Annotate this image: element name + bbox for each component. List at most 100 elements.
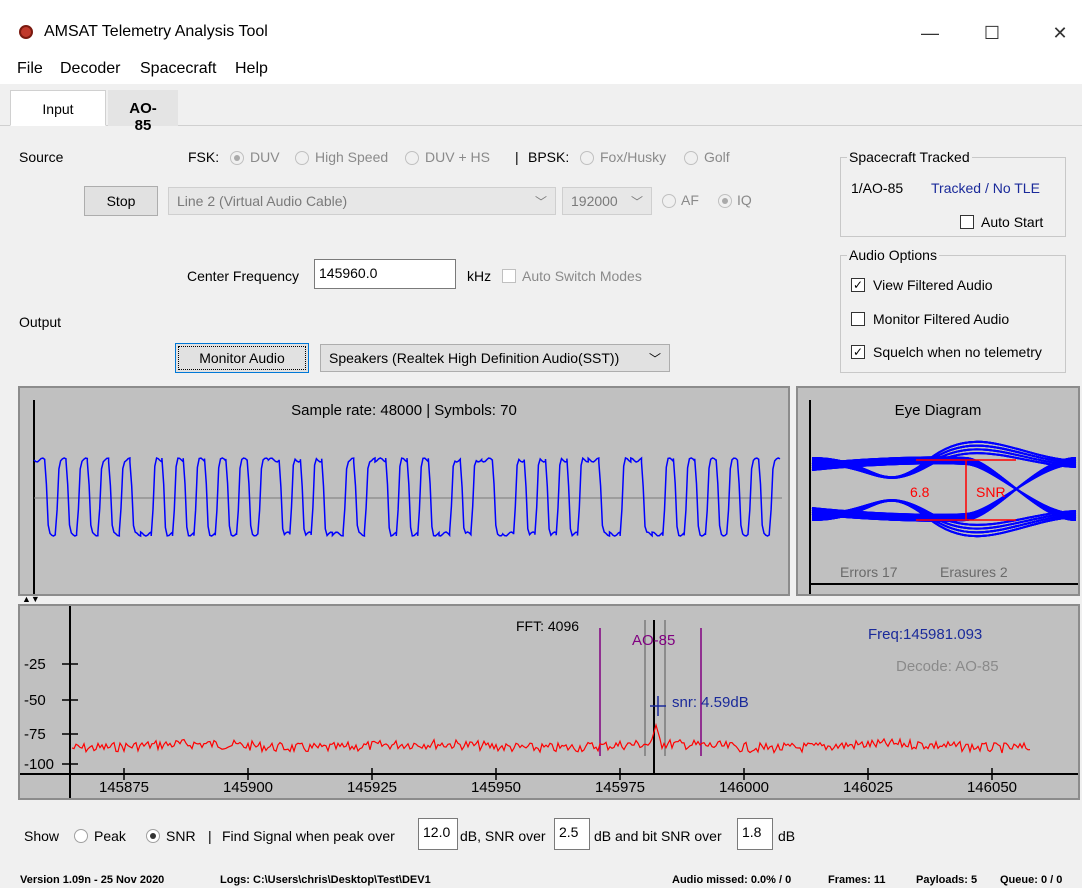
radio-iq[interactable] [718, 194, 732, 208]
minimize-button[interactable]: — [910, 18, 950, 48]
find-signal-text1: Find Signal when peak over [222, 828, 395, 844]
spacecraft-tracked-group: Spacecraft Tracked 1/AO-85 Tracked / No … [840, 149, 1066, 237]
menu-help[interactable]: Help [235, 60, 268, 78]
monitor-filtered-audio-label: Monitor Filtered Audio [873, 311, 1010, 327]
radio-iq-label: IQ [737, 192, 752, 208]
eye-trace [811, 463, 1077, 516]
spacecraft-name: 1/AO-85 [851, 180, 904, 196]
eye-trace [811, 462, 1077, 515]
tab-bar: Input AO-85 [0, 86, 1082, 134]
device-select-value: Line 2 (Virtual Audio Cable) [177, 193, 348, 209]
eye-diagram-panel: Eye Diagram 6.8 SNR Errors 17 Erasures 2 [796, 386, 1080, 596]
menu-file[interactable]: File [17, 60, 43, 78]
fft-x-tick-label: 146000 [719, 779, 769, 796]
waveform-trace [33, 456, 781, 538]
output-label: Output [19, 314, 62, 330]
fft-header: FFT: 4096 [516, 618, 580, 634]
status-queue: Queue: 0 / 0 [1000, 874, 1063, 886]
status-bar: Version 1.09n - 25 Nov 2020 Logs: C:\Use… [0, 868, 1082, 888]
audio-options-group: Audio Options ✓ View Filtered Audio Moni… [840, 247, 1066, 373]
monitor-filtered-audio-checkbox[interactable] [851, 312, 865, 326]
radio-snr[interactable] [146, 829, 160, 843]
peak-threshold-input[interactable]: 12.0 [418, 818, 458, 850]
fft-frequency: Freq:145981.093 [868, 626, 983, 643]
status-frames: Frames: 11 [828, 874, 886, 886]
radio-duv-hs[interactable] [405, 151, 419, 165]
status-logs: Logs: C:\Users\chris\Desktop\Test\DEV1 [220, 874, 431, 886]
fft-snr: snr: 4.59dB [672, 694, 749, 711]
radio-fox-husky[interactable] [580, 151, 594, 165]
rate-select[interactable]: 192000 ﹀ [562, 187, 652, 215]
radio-snr-label: SNR [166, 828, 196, 844]
eye-trace [811, 462, 1077, 515]
fft-y-tick-label: -50 [24, 692, 46, 709]
find-signal-text2: dB, SNR over [460, 828, 546, 844]
squelch-checkbox[interactable]: ✓ [851, 345, 865, 359]
eye-trace [811, 463, 1077, 516]
source-label: Source [19, 149, 64, 165]
monitor-audio-button[interactable]: Monitor Audio [175, 343, 309, 373]
radio-golf[interactable] [684, 151, 698, 165]
chevron-down-icon: ﹀ [534, 195, 547, 209]
speaker-select[interactable]: Speakers (Realtek High Definition Audio(… [320, 344, 670, 372]
fft-trace [71, 722, 1031, 755]
close-button[interactable]: ✕ [1040, 18, 1080, 48]
radio-duv[interactable] [230, 151, 244, 165]
splitter-arrows-icon[interactable]: ▲▼ [22, 594, 40, 604]
eye-erasures: Erasures 2 [940, 564, 1008, 580]
spacecraft-status: Tracked / No TLE [931, 180, 1040, 196]
radio-high-speed[interactable] [295, 151, 309, 165]
tab-input[interactable]: Input [10, 90, 106, 126]
audio-options-title: Audio Options [847, 247, 939, 263]
menu-bar: File Decoder Spacecraft Help [0, 58, 1082, 84]
find-separator: | [208, 828, 212, 844]
eye-trace [811, 462, 1077, 515]
stop-button[interactable]: Stop [84, 186, 158, 216]
auto-switch-label: Auto Switch Modes [522, 268, 642, 284]
fft-x-tick-label: 145925 [347, 779, 397, 796]
eye-trace [811, 463, 1077, 516]
fft-x-tick-label: 145950 [471, 779, 521, 796]
radio-duv-hs-label: DUV + HS [425, 149, 490, 165]
menu-decoder[interactable]: Decoder [60, 60, 120, 78]
snr-threshold-input[interactable]: 2.5 [554, 818, 590, 850]
fft-y-tick-label: -25 [24, 656, 46, 673]
status-audio-missed: Audio missed: 0.0% / 0 [672, 874, 792, 886]
view-filtered-audio-checkbox[interactable]: ✓ [851, 278, 865, 292]
fft-y-tick-label: -100 [24, 756, 54, 773]
status-version: Version 1.09n - 25 Nov 2020 [20, 874, 165, 886]
maximize-button[interactable]: ☐ [972, 18, 1012, 48]
fft-panel: -25 -50 -75 -100 145875 145900 145925 145950 14… [18, 604, 1080, 800]
window-title: AMSAT Telemetry Analysis Tool [44, 23, 268, 40]
menu-spacecraft[interactable]: Spacecraft [140, 60, 216, 78]
spacecraft-tracked-title: Spacecraft Tracked [847, 149, 972, 165]
fft-sat-label: AO-85 [632, 632, 676, 649]
radio-peak[interactable] [74, 829, 88, 843]
center-frequency-input[interactable]: 145960.0 [314, 259, 456, 289]
eye-snr-label: SNR [976, 484, 1006, 500]
rate-select-value: 192000 [571, 193, 618, 209]
radio-peak-label: Peak [94, 828, 126, 844]
find-signal-text4: dB [778, 828, 796, 844]
show-label: Show [24, 828, 60, 844]
fft-decode: Decode: AO-85 [896, 658, 999, 675]
auto-switch-checkbox[interactable] [502, 269, 516, 283]
tab-ao85[interactable]: AO-85 [108, 90, 178, 134]
separator: | [515, 149, 519, 165]
waveform-panel: Sample rate: 48000 | Symbols: 70 [18, 386, 790, 596]
radio-golf-label: Golf [704, 149, 730, 165]
device-select[interactable]: Line 2 (Virtual Audio Cable) ﹀ [168, 187, 556, 215]
app-icon [19, 25, 33, 39]
view-filtered-audio-label: View Filtered Audio [873, 277, 993, 293]
fft-x-tick-label: 146025 [843, 779, 893, 796]
radio-duv-label: DUV [250, 149, 280, 165]
fft-x-tick-label: 146050 [967, 779, 1017, 796]
auto-start-checkbox[interactable] [960, 215, 974, 229]
chevron-down-icon: ﹀ [630, 195, 643, 209]
bpsk-label: BPSK: [528, 149, 570, 165]
khz-unit: kHz [467, 268, 492, 284]
fft-x-tick-label: 145900 [223, 779, 273, 796]
bit-snr-threshold-input[interactable]: 1.8 [737, 818, 773, 850]
auto-start-label: Auto Start [981, 214, 1044, 230]
radio-af[interactable] [662, 194, 676, 208]
